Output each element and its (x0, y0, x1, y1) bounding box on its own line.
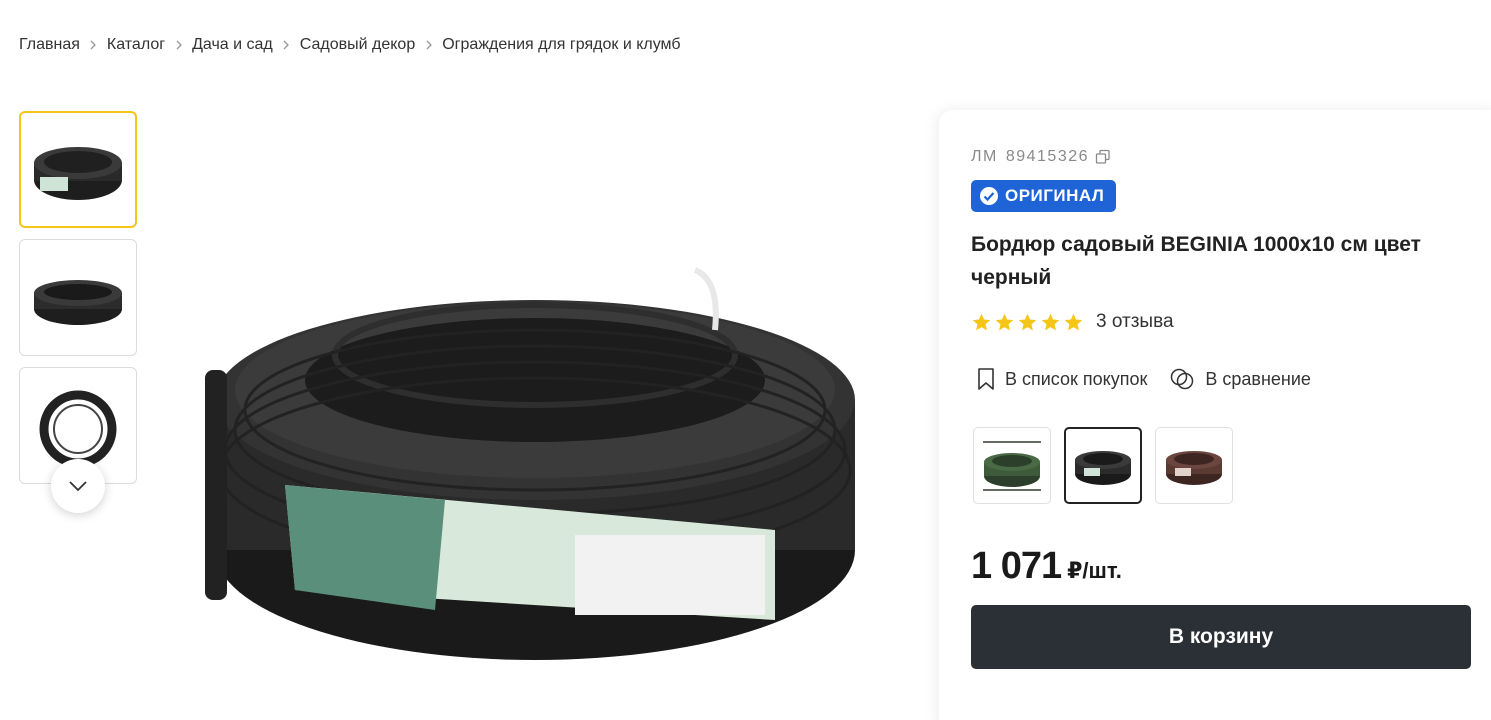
variant-black-image (1075, 450, 1131, 485)
star-icon (1041, 313, 1060, 330)
reviews-link[interactable]: 3 отзыва (1096, 311, 1174, 333)
breadcrumb-fences[interactable]: Ограждения для грядок и клумб (442, 36, 680, 54)
sku-number: 89415326 (1005, 148, 1090, 165)
star-icon (972, 313, 991, 330)
compare-label: В сравнение (1205, 368, 1311, 389)
copy-icon[interactable] (1095, 149, 1111, 165)
product-price: 1 071 ₽/шт. (971, 545, 1122, 588)
shopping-list-label: В список покупок (1005, 368, 1148, 389)
product-rating[interactable]: 3 отзыва (971, 311, 1174, 333)
product-thumbnail-image (34, 279, 122, 325)
variant-black[interactable] (1064, 427, 1142, 504)
sku-label: ЛМ (971, 148, 998, 165)
badge-label: ОРИГИНАЛ (1005, 186, 1105, 205)
breadcrumb-home[interactable]: Главная (19, 36, 80, 54)
chevron-right-icon (415, 40, 442, 50)
breadcrumb: Главная Каталог Дача и сад Садовый декор… (19, 36, 681, 54)
add-to-shopping-list-button[interactable]: В список покупок (977, 367, 1147, 391)
variant-brown[interactable] (1155, 427, 1233, 504)
thumbnail-list (19, 111, 137, 495)
add-to-compare-button[interactable]: В сравнение (1169, 367, 1311, 391)
breadcrumb-garden[interactable]: Дача и сад (192, 36, 273, 54)
price-unit: ₽/шт. (1067, 558, 1122, 583)
add-to-cart-button[interactable]: В корзину (971, 605, 1471, 669)
rating-stars (971, 312, 1086, 333)
check-circle-icon (980, 187, 998, 205)
product-main-image[interactable] (195, 250, 875, 670)
product-thumbnail-image (39, 390, 117, 467)
product-thumbnail-image (34, 146, 122, 200)
thumbnails-scroll-down-button[interactable] (51, 459, 105, 513)
original-badge: ОРИГИНАЛ (971, 180, 1117, 212)
variant-green-image (983, 440, 1041, 491)
star-icon (1018, 313, 1037, 330)
variant-brown-image (1166, 450, 1222, 485)
star-icon (1064, 313, 1083, 330)
price-value: 1 071 (971, 545, 1062, 587)
chevron-right-icon (80, 40, 107, 50)
chevron-right-icon (165, 40, 192, 50)
thumbnail-1[interactable] (19, 111, 137, 228)
chevron-down-icon (69, 481, 87, 492)
breadcrumb-garden-decor[interactable]: Садовый декор (300, 36, 415, 54)
color-variants (973, 427, 1246, 504)
bookmark-icon (978, 368, 994, 390)
product-title: Бордюр садовый BEGINIA 1000х10 см цвет ч… (971, 233, 1421, 289)
chevron-right-icon (273, 40, 300, 50)
variant-green[interactable] (973, 427, 1051, 504)
compare-icon (1171, 368, 1194, 390)
star-icon (995, 313, 1014, 330)
breadcrumb-catalog[interactable]: Каталог (107, 36, 165, 54)
product-card: ЛМ 89415326 ОРИГИНАЛ Бордюр садовый BEGI… (939, 110, 1491, 720)
thumbnail-2[interactable] (19, 239, 137, 356)
product-actions: В список покупок В сравнение (977, 367, 1333, 391)
product-sku: ЛМ 89415326 (971, 148, 1111, 166)
